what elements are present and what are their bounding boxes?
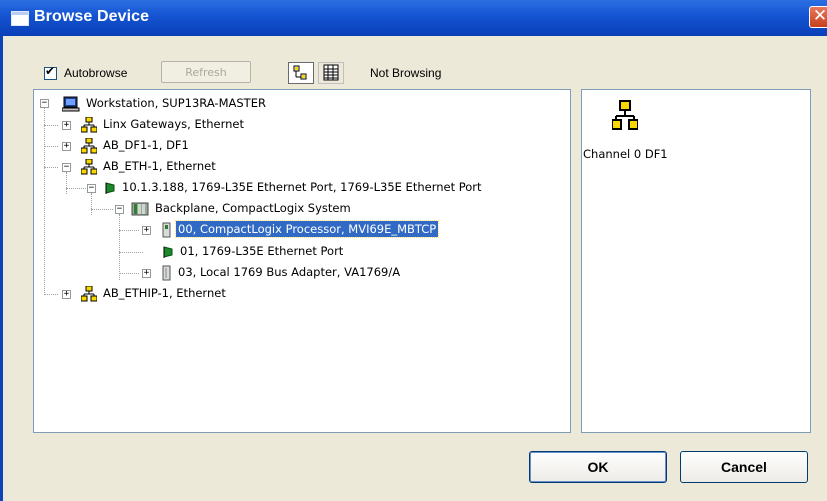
workstation-icon xyxy=(62,96,80,111)
tree-node-ethernet-port[interactable]: 10.1.3.188, 1769-L35E Ethernet Port, 176… xyxy=(104,178,484,196)
device-detail-pane[interactable] xyxy=(581,89,811,433)
tree-view-button[interactable] xyxy=(288,62,314,84)
network-icon xyxy=(81,158,97,174)
device-tree[interactable]: − + + − − − + + + Workstation, SUP13RA-M… xyxy=(33,89,571,433)
network-icon xyxy=(81,116,97,132)
network-icon[interactable] xyxy=(612,100,638,132)
tree-view-icon xyxy=(293,65,307,80)
autobrowse-label[interactable]: Autobrowse xyxy=(64,66,127,80)
module-icon xyxy=(162,265,171,280)
tree-collapse-toggle[interactable]: − xyxy=(40,99,49,108)
tree-node-ab-ethip[interactable]: AB_ETHIP-1, Ethernet xyxy=(81,284,228,302)
tree-collapse-toggle[interactable]: − xyxy=(62,163,71,172)
refresh-button[interactable]: Refresh xyxy=(161,61,251,83)
tree-expand-toggle[interactable]: + xyxy=(142,226,151,235)
tree-node-linx-gateways[interactable]: Linx Gateways, Ethernet xyxy=(81,115,246,133)
cancel-button[interactable]: Cancel xyxy=(680,451,808,483)
tree-node-compactlogix-processor[interactable]: 00, CompactLogix Processor, MVI69E_MBTCP xyxy=(162,220,440,238)
tree-expand-toggle[interactable]: + xyxy=(62,142,71,151)
network-icon xyxy=(81,137,97,153)
ok-button[interactable]: OK xyxy=(529,451,667,483)
tree-node-bus-adapter[interactable]: 03, Local 1769 Bus Adapter, VA1769/A xyxy=(162,263,402,281)
backplane-icon xyxy=(131,202,149,215)
tree-collapse-toggle[interactable]: − xyxy=(115,205,124,214)
tree-expand-toggle[interactable]: + xyxy=(62,121,71,130)
tree-node-ethernet-port-01[interactable]: 01, 1769-L35E Ethernet Port xyxy=(162,242,345,260)
title-bar: Browse Device ✕ xyxy=(0,0,827,36)
tree-expand-toggle[interactable]: + xyxy=(142,269,151,278)
close-button[interactable]: ✕ xyxy=(809,6,827,28)
ethernet-port-icon xyxy=(163,245,173,258)
tree-node-workstation[interactable]: Workstation, SUP13RA-MASTER xyxy=(62,94,268,112)
tree-expand-toggle[interactable]: + xyxy=(62,290,71,299)
network-icon xyxy=(81,285,97,301)
browse-status: Not Browsing xyxy=(370,66,442,80)
module-icon xyxy=(162,222,171,237)
list-view-button[interactable] xyxy=(318,62,344,84)
tree-node-backplane[interactable]: Backplane, CompactLogix System xyxy=(131,199,353,217)
ethernet-port-icon xyxy=(105,181,115,194)
autobrowse-checkbox[interactable] xyxy=(44,64,57,80)
window-icon xyxy=(11,11,29,26)
tree-node-ab-df1[interactable]: AB_DF1-1, DF1 xyxy=(81,136,191,154)
list-view-icon xyxy=(323,64,339,81)
window-title: Browse Device xyxy=(34,8,150,25)
channel-label[interactable]: Channel 0 DF1 xyxy=(583,147,668,161)
tree-node-ab-eth[interactable]: AB_ETH-1, Ethernet xyxy=(81,157,218,175)
tree-collapse-toggle[interactable]: − xyxy=(87,184,96,193)
